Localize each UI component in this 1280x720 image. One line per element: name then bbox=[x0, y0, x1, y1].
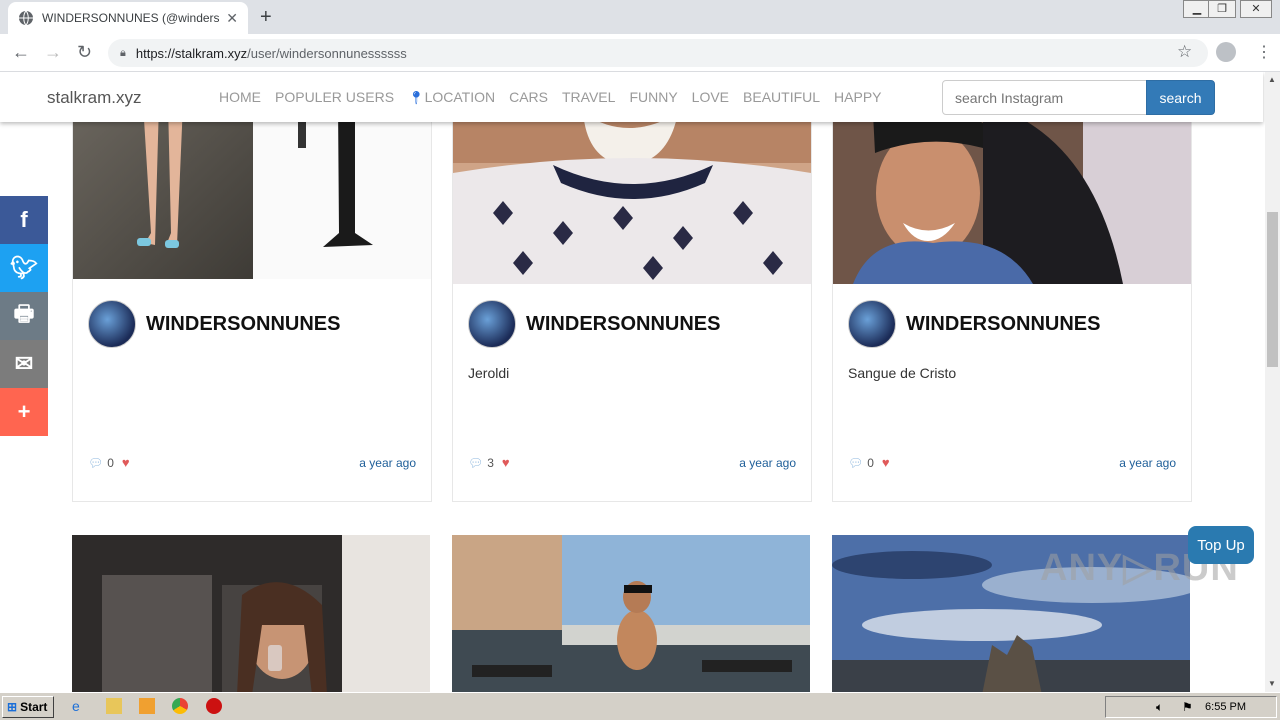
nav-funny[interactable]: FUNNY bbox=[629, 89, 677, 106]
nav-happy[interactable]: HAPPY bbox=[834, 89, 881, 106]
heart-icon[interactable]: ♥ bbox=[502, 455, 510, 470]
scroll-up-icon[interactable]: ▲ bbox=[1268, 75, 1276, 84]
post-meta: 💬︎ 0 ♥ a year ago bbox=[88, 455, 416, 470]
opera-icon[interactable] bbox=[206, 698, 222, 714]
site-brand[interactable]: stalkram.xyz bbox=[47, 88, 141, 108]
nav-home[interactable]: HOME bbox=[219, 89, 261, 106]
bookmark-star-icon[interactable]: ☆ bbox=[1177, 42, 1192, 62]
ie-icon[interactable]: e bbox=[72, 698, 88, 714]
scrollbar-thumb[interactable] bbox=[1267, 212, 1278, 367]
post-image[interactable] bbox=[453, 103, 811, 284]
post-card[interactable] bbox=[72, 535, 432, 692]
globe-icon bbox=[19, 10, 33, 26]
heart-icon[interactable]: ♥ bbox=[882, 455, 890, 470]
avatar[interactable] bbox=[848, 300, 896, 348]
comment-icon: 💬︎ bbox=[848, 455, 864, 470]
nav-beautiful[interactable]: BEAUTIFUL bbox=[743, 89, 820, 106]
more-share-icon[interactable]: + bbox=[0, 388, 48, 436]
folder-icon[interactable] bbox=[106, 698, 122, 714]
top-up-button[interactable]: Top Up bbox=[1188, 526, 1254, 564]
post-card[interactable]: WINDERSONNUNES Jeroldi 💬︎ 3 ♥ a year ago bbox=[452, 102, 812, 502]
post-image[interactable] bbox=[452, 535, 810, 692]
browser-tab[interactable]: WINDERSONNUNES (@windersonnu ✕ bbox=[8, 2, 248, 34]
restore-button[interactable]: ❐ bbox=[1208, 0, 1236, 18]
post-caption: Jeroldi bbox=[468, 365, 510, 381]
post-author[interactable]: WINDERSONNUNES bbox=[848, 300, 1100, 348]
mail-icon[interactable]: ✉ bbox=[0, 340, 48, 388]
media-player-icon[interactable] bbox=[139, 698, 155, 714]
map-pin-icon: 📍︎ bbox=[408, 90, 425, 105]
page-scrollbar[interactable]: ▲ ▼ bbox=[1265, 72, 1280, 692]
chrome-icon[interactable] bbox=[172, 698, 188, 714]
address-bar[interactable]: 🔒︎ https://stalkram.xyz/user/windersonnu… bbox=[108, 39, 1208, 67]
post-card[interactable] bbox=[452, 535, 812, 692]
post-caption: Sangue de Cristo bbox=[848, 365, 957, 381]
username[interactable]: WINDERSONNUNES bbox=[906, 313, 1100, 336]
new-tab-button[interactable]: + bbox=[260, 6, 272, 29]
clock[interactable]: 6:55 PM bbox=[1205, 701, 1246, 713]
nav-cars[interactable]: CARS bbox=[509, 89, 548, 106]
tab-close-icon[interactable]: ✕ bbox=[226, 10, 238, 27]
forward-arrow-icon[interactable]: → bbox=[44, 42, 62, 63]
nav-love[interactable]: LOVE bbox=[692, 89, 729, 106]
start-button[interactable]: ⊞ Start bbox=[2, 696, 54, 718]
system-tray: 🔈︎ ⚑ 6:55 PM bbox=[1105, 696, 1277, 718]
nav-travel[interactable]: TRAVEL bbox=[562, 89, 615, 106]
menu-dots-icon[interactable]: ⋮ bbox=[1256, 42, 1272, 62]
post-time[interactable]: a year ago bbox=[359, 456, 416, 470]
flag-icon[interactable]: ⚑ bbox=[1182, 700, 1193, 714]
heart-icon[interactable]: ♥ bbox=[122, 455, 130, 470]
print-icon[interactable]: 🖶︎ bbox=[0, 292, 48, 340]
scroll-down-icon[interactable]: ▼ bbox=[1268, 679, 1276, 688]
search-button[interactable]: search bbox=[1146, 80, 1215, 115]
close-window-button[interactable]: ✕ bbox=[1240, 0, 1272, 18]
username[interactable]: WINDERSONNUNES bbox=[526, 313, 720, 336]
post-image[interactable] bbox=[73, 103, 431, 279]
back-arrow-icon[interactable]: ← bbox=[12, 42, 30, 63]
post-author[interactable]: WINDERSONNUNES bbox=[88, 300, 340, 348]
browser-toolbar: ← → ↻ 🔒︎ https://stalkram.xyz/user/winde… bbox=[0, 34, 1280, 72]
username[interactable]: WINDERSONNUNES bbox=[146, 313, 340, 336]
comment-count: 0 bbox=[867, 455, 874, 470]
post-card[interactable]: WINDERSONNUNES Sangue de Cristo 💬︎ 0 ♥ a… bbox=[832, 102, 1192, 502]
search-input[interactable] bbox=[942, 80, 1148, 115]
account-avatar-icon[interactable] bbox=[1216, 42, 1236, 62]
twitter-icon[interactable]: 🐦︎ bbox=[0, 244, 48, 292]
post-image[interactable] bbox=[833, 103, 1191, 284]
url-text: https://stalkram.xyz/user/windersonnunes… bbox=[135, 45, 407, 61]
nav-populer-users[interactable]: POPULER USERS bbox=[275, 89, 394, 106]
tab-title: WINDERSONNUNES (@windersonnu bbox=[42, 11, 220, 25]
avatar[interactable] bbox=[88, 300, 136, 348]
post-author[interactable]: WINDERSONNUNES bbox=[468, 300, 720, 348]
nav-links: HOME POPULER USERS 📍︎LOCATION CARS TRAVE… bbox=[219, 89, 882, 106]
avatar[interactable] bbox=[468, 300, 516, 348]
post-meta: 💬︎ 3 ♥ a year ago bbox=[468, 455, 796, 470]
minimize-button[interactable]: ▁ bbox=[1183, 0, 1211, 18]
post-meta: 💬︎ 0 ♥ a year ago bbox=[848, 455, 1176, 470]
post-time[interactable]: a year ago bbox=[739, 456, 796, 470]
lock-icon: 🔒︎ bbox=[120, 46, 126, 59]
windows-logo-icon: ⊞ bbox=[7, 700, 18, 714]
volume-icon[interactable]: 🔈︎ bbox=[1156, 700, 1163, 715]
site-navbar: stalkram.xyz HOME POPULER USERS 📍︎LOCATI… bbox=[0, 72, 1263, 122]
post-card[interactable]: WINDERSONNUNES 💬︎ 0 ♥ a year ago bbox=[72, 102, 432, 502]
nav-location[interactable]: 📍︎LOCATION bbox=[408, 89, 495, 106]
post-time[interactable]: a year ago bbox=[1119, 456, 1176, 470]
comment-icon: 💬︎ bbox=[88, 455, 104, 470]
comment-icon: 💬︎ bbox=[468, 455, 484, 470]
comment-count: 0 bbox=[107, 455, 114, 470]
page-viewport: stalkram.xyz HOME POPULER USERS 📍︎LOCATI… bbox=[0, 72, 1265, 692]
comment-count: 3 bbox=[487, 455, 494, 470]
post-image[interactable] bbox=[72, 535, 430, 692]
browser-tab-strip: WINDERSONNUNES (@windersonnu ✕ + ▁ ❐ ✕ bbox=[0, 0, 1280, 34]
windows-taskbar: ⊞ Start e 🔈︎ ⚑ 6:55 PM bbox=[0, 692, 1280, 720]
reload-icon[interactable]: ↻ bbox=[77, 42, 92, 63]
share-bar: f 🐦︎ 🖶︎ ✉ + bbox=[0, 196, 48, 436]
facebook-icon[interactable]: f bbox=[0, 196, 48, 244]
